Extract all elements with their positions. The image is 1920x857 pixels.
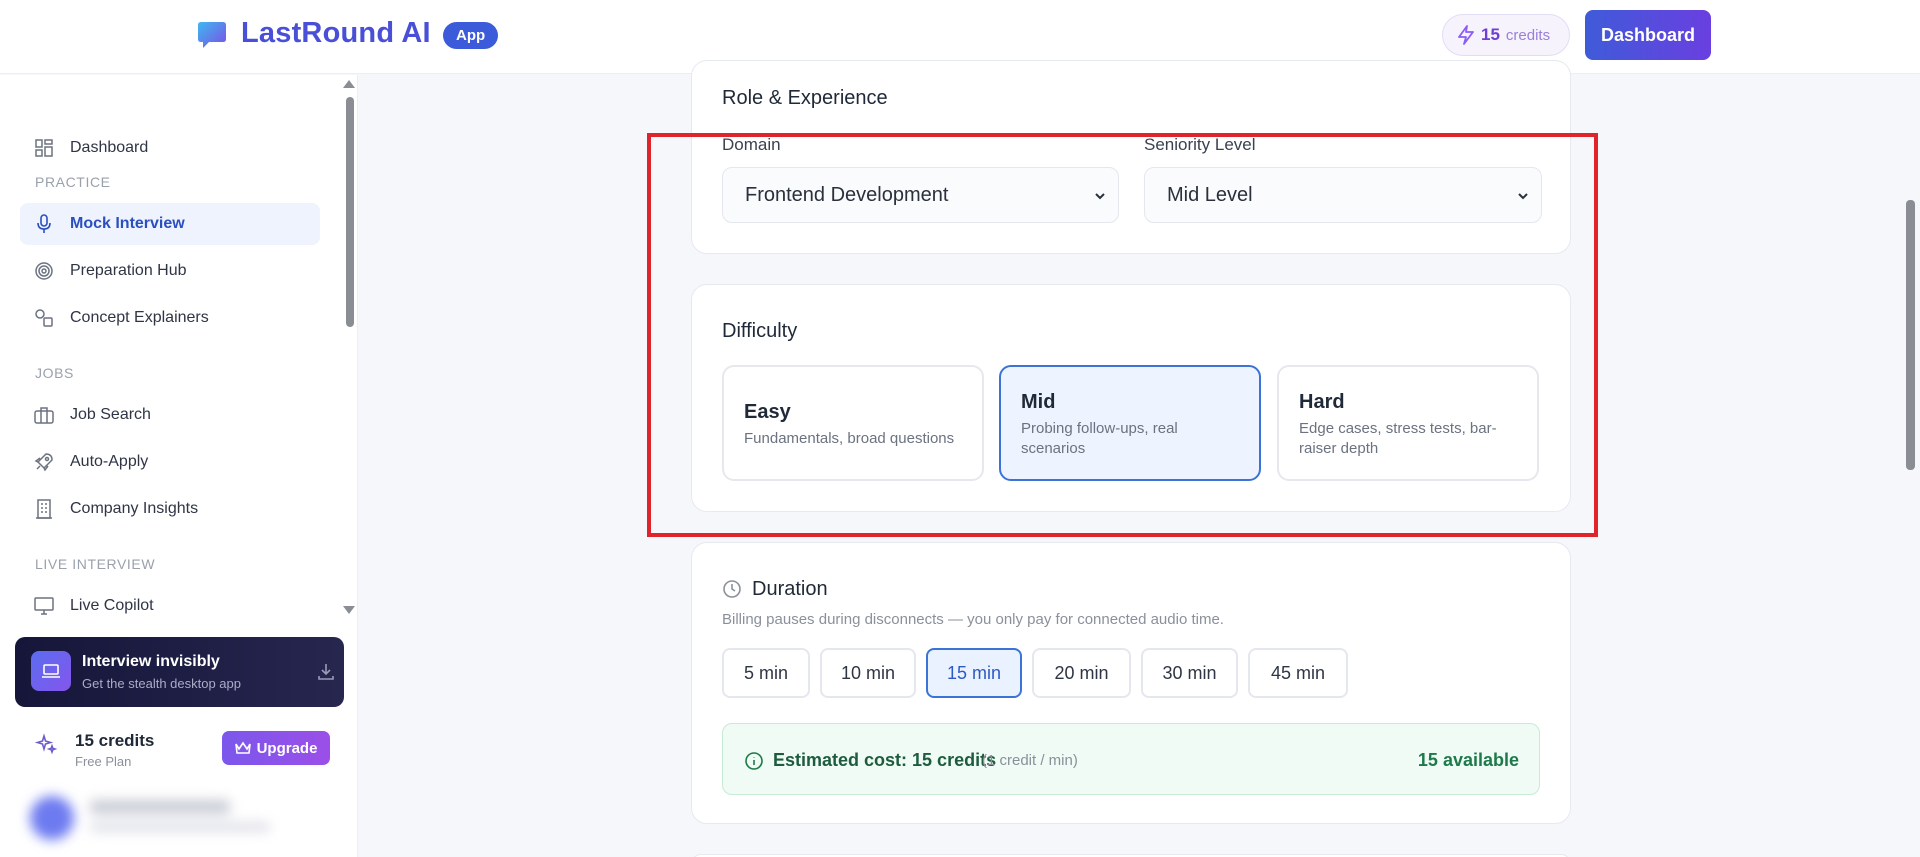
estimated-cost: Estimated cost: 15 credits	[773, 750, 997, 770]
avatar	[30, 796, 74, 840]
sidebar-item-concept-explainers[interactable]: Concept Explainers	[20, 297, 320, 339]
sparkles-icon	[34, 733, 58, 755]
laptop-icon	[31, 651, 71, 691]
clock-icon	[723, 580, 741, 598]
section-live-interview: LIVE INTERVIEW	[35, 556, 156, 572]
sidebar-item-label: Auto-Apply	[70, 453, 149, 470]
app-badge: App	[443, 22, 499, 49]
download-icon[interactable]	[316, 662, 336, 682]
sidebar-item-live-copilot[interactable]: Live Copilot	[20, 585, 320, 627]
sidebar-item-company-insights[interactable]: Company Insights	[20, 488, 320, 530]
billing-note: Billing pauses during disconnects — you …	[722, 611, 1224, 628]
credit-summary: 15 credits Free Plan Upgrade	[20, 722, 340, 772]
plan-name: Free Plan	[75, 754, 132, 769]
desktop-app-promo[interactable]: Interview invisibly Get the stealth desk…	[15, 637, 344, 707]
role-experience-title: Role & Experience	[722, 87, 888, 109]
duration-option-5[interactable]: 5 min	[722, 648, 810, 698]
duration-option-20[interactable]: 20 min	[1032, 648, 1131, 698]
duration-option-30[interactable]: 30 min	[1141, 648, 1238, 698]
dashboard-button[interactable]: Dashboard	[1585, 10, 1711, 60]
promo-subtitle: Get the stealth desktop app	[82, 676, 241, 691]
sidebar-item-label: Live Copilot	[70, 597, 154, 614]
crown-icon	[234, 741, 251, 754]
promo-title: Interview invisibly	[82, 653, 220, 670]
page-scrollbar[interactable]	[1906, 200, 1915, 470]
credits-pill[interactable]: 15 credits	[1442, 14, 1570, 56]
monitor-icon	[34, 596, 54, 616]
credits-count: 15	[1481, 25, 1500, 44]
highlight-box	[647, 133, 1598, 537]
duration-option-15[interactable]: 15 min	[926, 648, 1022, 698]
upgrade-button[interactable]: Upgrade	[222, 731, 330, 765]
sidebar-item-auto-apply[interactable]: Auto-Apply	[20, 441, 320, 483]
estimated-cost-banner: Estimated cost: 15 credits (1 credit / m…	[722, 723, 1540, 795]
brand-name[interactable]: LastRound AI	[241, 17, 431, 50]
sidebar-scrollbar[interactable]	[346, 97, 354, 327]
sidebar-item-label: Preparation Hub	[70, 262, 187, 279]
sidebar-item-label: Company Insights	[70, 500, 199, 517]
sidebar-scroll-up-arrow[interactable]	[343, 80, 355, 88]
credits-label: credits	[1505, 26, 1551, 44]
sidebar-item-label: Job Search	[70, 406, 151, 423]
upgrade-label: Upgrade	[256, 739, 318, 757]
sidebar-item-mock-interview[interactable]: Mock Interview	[20, 203, 320, 245]
duration-title: Duration	[752, 578, 828, 600]
cost-rate: (1 credit / min)	[982, 752, 1078, 769]
rocket-icon	[34, 452, 54, 472]
sidebar-item-label: Dashboard	[70, 139, 149, 156]
credit-count: 15 credits	[75, 731, 155, 750]
chat-bubble-logo-icon	[198, 22, 226, 48]
building-icon	[34, 499, 54, 519]
grid-icon	[34, 138, 54, 158]
duration-option-10[interactable]: 10 min	[820, 648, 916, 698]
lightning-icon	[1458, 25, 1474, 45]
target-icon	[34, 261, 54, 281]
sidebar-item-job-search[interactable]: Job Search	[20, 394, 320, 436]
microphone-icon	[34, 214, 54, 234]
section-practice: PRACTICE	[35, 174, 111, 190]
section-jobs: JOBS	[35, 365, 74, 381]
shapes-icon	[34, 308, 54, 328]
duration-option-45[interactable]: 45 min	[1248, 648, 1348, 698]
sidebar-item-dashboard[interactable]: Dashboard	[20, 127, 320, 169]
sidebar-item-preparation-hub[interactable]: Preparation Hub	[20, 250, 320, 292]
sidebar-scroll-down-arrow[interactable]	[343, 606, 355, 614]
briefcase-icon	[34, 405, 54, 425]
info-icon	[745, 752, 763, 770]
credits-available: 15 available	[1417, 750, 1519, 770]
sidebar-item-label: Concept Explainers	[70, 309, 209, 326]
sidebar-item-label: Mock Interview	[70, 215, 185, 232]
user-profile-blurred[interactable]	[10, 782, 340, 852]
